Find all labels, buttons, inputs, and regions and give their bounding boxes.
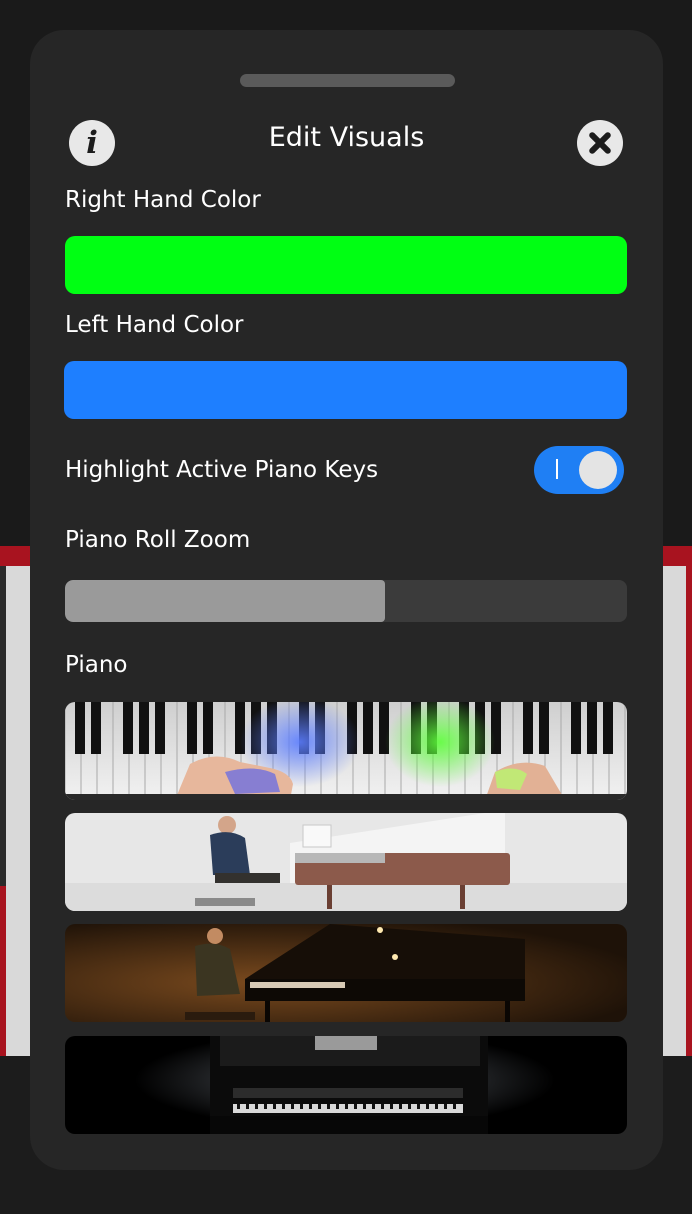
background-panel-edge: [0, 566, 6, 886]
upright-dark-thumbnail[interactable]: [65, 1036, 627, 1134]
concert-hall-grand-thumbnail[interactable]: [65, 924, 627, 1022]
white-studio-grand-thumbnail[interactable]: [65, 813, 627, 911]
edit-visuals-modal: i Edit Visuals Right Hand Color Left Han…: [30, 30, 663, 1170]
modal-header: i Edit Visuals: [30, 118, 663, 168]
close-icon: [588, 131, 612, 155]
left-hand-color-label: Left Hand Color: [65, 312, 244, 338]
highlight-keys-toggle[interactable]: [534, 446, 624, 494]
zoom-slider[interactable]: [65, 580, 627, 622]
modal-title: Edit Visuals: [268, 122, 425, 153]
zoom-label: Piano Roll Zoom: [65, 527, 251, 553]
left-hand-color-swatch[interactable]: [64, 361, 627, 419]
close-button[interactable]: [577, 120, 623, 166]
toggle-on-indicator: [556, 459, 558, 479]
keyboard-closeup-thumbnail[interactable]: [65, 702, 627, 800]
piano-label: Piano: [65, 652, 128, 678]
zoom-slider-fill: [65, 580, 386, 622]
toggle-knob: [579, 451, 617, 489]
drag-handle[interactable]: [240, 74, 455, 87]
highlight-keys-label: Highlight Active Piano Keys: [65, 457, 379, 483]
right-hand-color-label: Right Hand Color: [65, 187, 261, 213]
right-hand-color-swatch[interactable]: [65, 236, 627, 294]
